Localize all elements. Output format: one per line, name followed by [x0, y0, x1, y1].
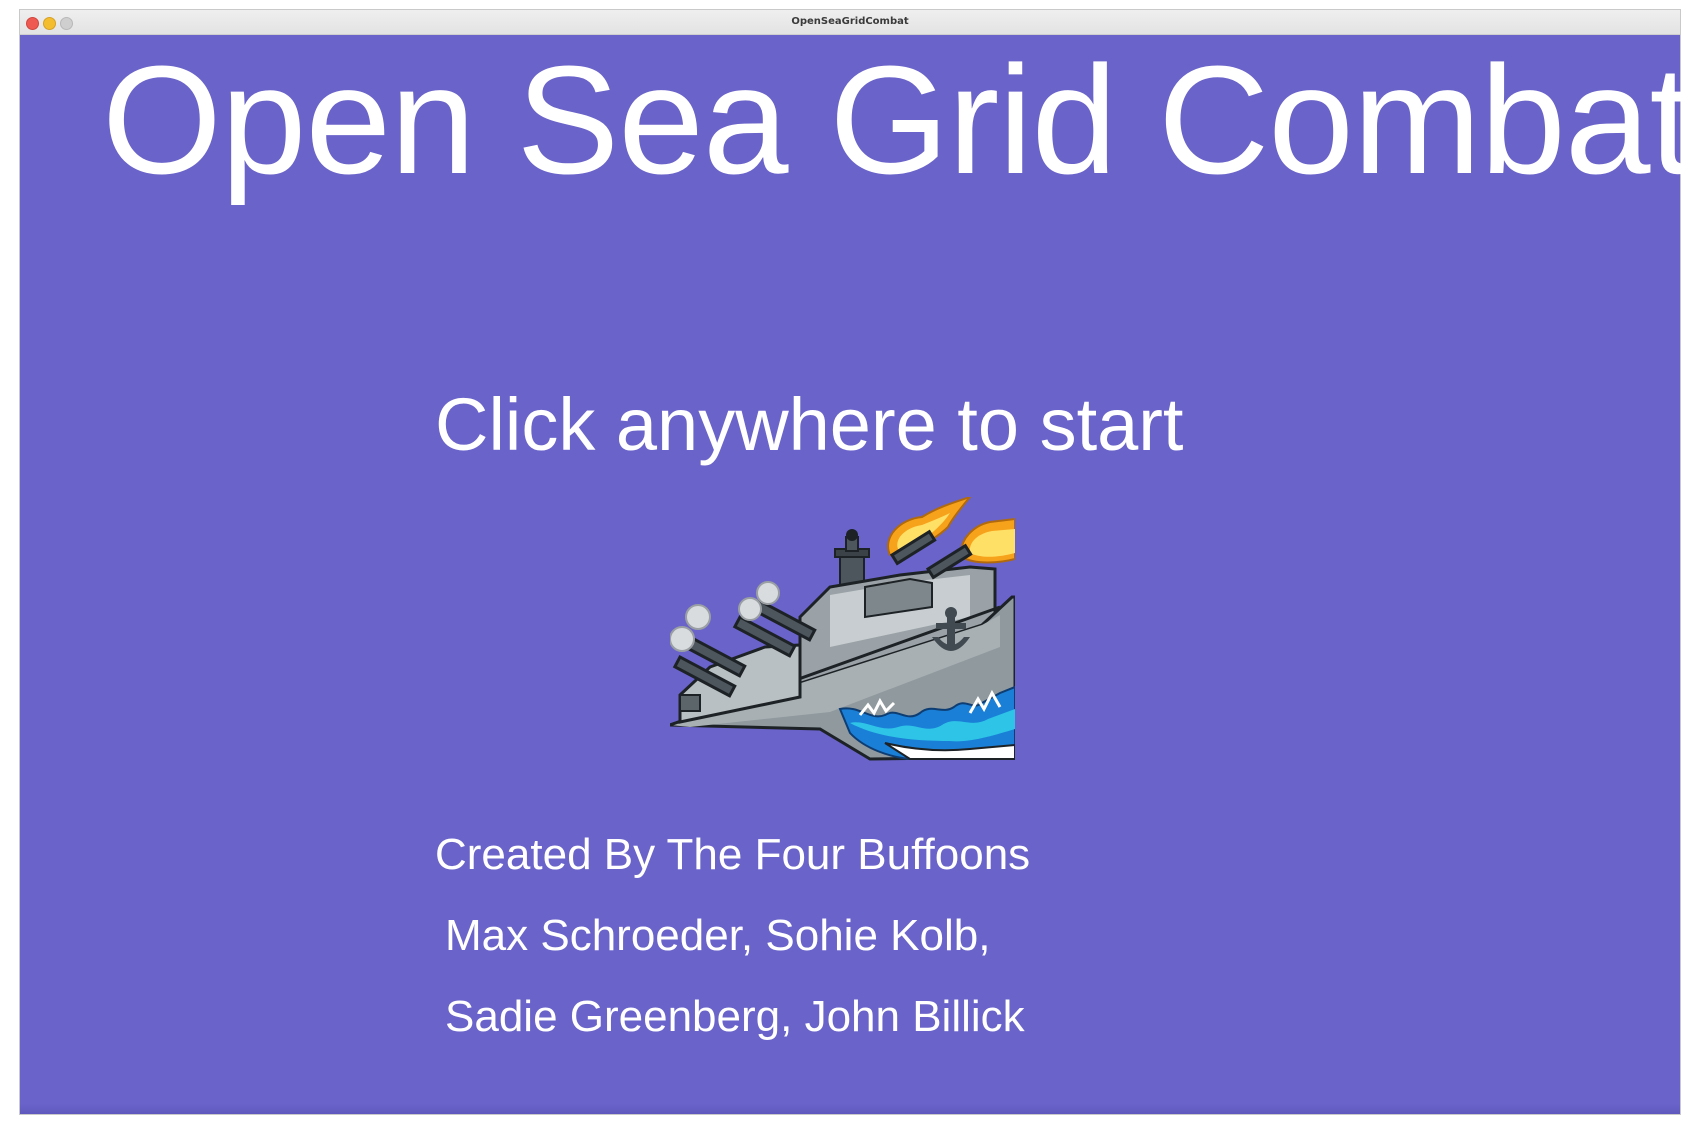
window-titlebar[interactable]: OpenSeaGridCombat — [20, 10, 1680, 35]
start-prompt: Click anywhere to start — [435, 383, 1184, 466]
app-window: OpenSeaGridCombat Open Sea Grid Combat C… — [20, 10, 1692, 1114]
battleship-icon — [670, 497, 1015, 761]
credits-heading: Created By The Four Buffoons — [435, 830, 1031, 879]
game-canvas[interactable]: Open Sea Grid Combat Click anywhere to s… — [20, 34, 1692, 1114]
canvas-bottom-edge — [20, 1104, 1680, 1114]
window-title: OpenSeaGridCombat — [791, 16, 909, 27]
game-title: Open Sea Grid Combat — [102, 34, 1692, 206]
credits-names-line-1: Max Schroeder, Sohie Kolb, — [445, 911, 991, 960]
credits-names-line-2: Sadie Greenberg, John Billick — [445, 992, 1025, 1041]
